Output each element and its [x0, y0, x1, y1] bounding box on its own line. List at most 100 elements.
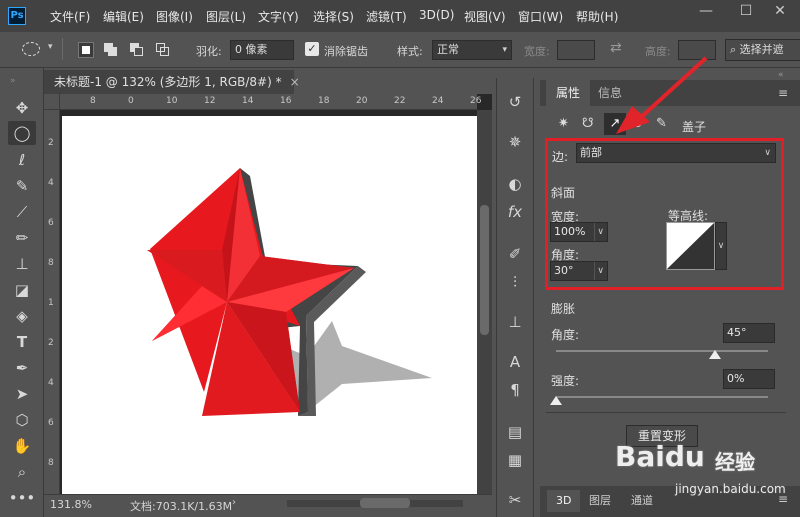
- history-icon[interactable]: ↺: [502, 90, 528, 114]
- status-menu-icon[interactable]: ›: [232, 497, 236, 508]
- chevron-down-icon[interactable]: ▾: [48, 42, 53, 52]
- arrow-head: [616, 106, 650, 134]
- ruler-tick-label: 26: [470, 96, 482, 106]
- layer-comps-icon[interactable]: ▤: [502, 420, 528, 444]
- zoom-level[interactable]: 131.8%: [50, 498, 92, 511]
- contour-curve: [667, 223, 714, 269]
- pen-tool-icon[interactable]: ✒: [8, 356, 36, 380]
- feather-label: 羽化:: [196, 45, 222, 58]
- polygon-tool-icon[interactable]: ⬡: [8, 408, 36, 432]
- document-canvas[interactable]: [62, 116, 477, 494]
- brush-settings-icon[interactable]: ✐: [502, 242, 528, 266]
- close-icon[interactable]: ✕: [760, 0, 800, 24]
- contour-preview[interactable]: [666, 222, 715, 270]
- more-tools-icon[interactable]: •••: [8, 486, 36, 510]
- intersect-selection-icon[interactable]: [156, 43, 170, 57]
- menu-item-4[interactable]: 文字(Y): [258, 8, 299, 25]
- divider: [62, 38, 63, 60]
- menu-item-1[interactable]: 编辑(E): [103, 8, 144, 25]
- menu-item-6[interactable]: 滤镜(T): [366, 8, 407, 25]
- inflate-angle-label: 角度:: [551, 328, 580, 342]
- ruler-tick-label: 16: [280, 96, 292, 106]
- document-tab[interactable]: 未标题-1 @ 132% (多边形 1, RGB/8#) * ×: [44, 70, 300, 94]
- paragraph-icon[interactable]: ¶: [502, 378, 528, 402]
- menu-item-7[interactable]: 3D(D): [419, 8, 454, 22]
- ruler-tick-label: 8: [48, 458, 54, 468]
- menu-item-3[interactable]: 图层(L): [206, 8, 246, 25]
- chevron-down-icon: ∨: [594, 262, 604, 280]
- feather-input[interactable]: 0 像素: [230, 40, 294, 60]
- ruler-tick-label: 2: [48, 138, 54, 148]
- inflate-angle-slider[interactable]: [556, 350, 768, 352]
- new-selection-icon[interactable]: [78, 42, 94, 58]
- strength-slider-thumb[interactable]: [550, 396, 562, 405]
- ruler-tick-label: 10: [166, 96, 178, 106]
- lasso-tool-icon[interactable]: ℓ: [8, 148, 36, 172]
- close-tab-icon[interactable]: ×: [290, 75, 300, 89]
- menu-item-9[interactable]: 窗口(W): [518, 8, 563, 25]
- chevron-down-icon: ∨: [594, 223, 604, 241]
- strength-slider[interactable]: [556, 396, 768, 398]
- adjustments-icon[interactable]: ◐: [502, 172, 528, 196]
- side-select[interactable]: 前部 ∨: [576, 143, 776, 163]
- watermark-cn: 经验: [715, 450, 755, 474]
- menu-item-2[interactable]: 图像(I): [156, 8, 193, 25]
- move-tool-icon[interactable]: ✥: [8, 96, 36, 120]
- antialias-label: 消除锯齿: [324, 45, 368, 58]
- menu-item-10[interactable]: 帮助(H): [576, 8, 618, 25]
- zoom-tool-icon[interactable]: ⌕: [8, 460, 36, 484]
- vertical-scroll-thumb[interactable]: [480, 205, 489, 335]
- style-select[interactable]: 正常 ▾: [432, 40, 512, 60]
- horizontal-scroll-thumb[interactable]: [360, 498, 410, 508]
- tab-3d[interactable]: 3D: [547, 490, 581, 512]
- mesh-icon[interactable]: ✷: [558, 116, 569, 131]
- paint-bucket-tool-icon[interactable]: ◈: [8, 304, 36, 328]
- deform-icon[interactable]: ☋: [582, 116, 594, 131]
- side-value: 前部: [580, 146, 602, 159]
- ruler-tick-label: 24: [432, 96, 444, 106]
- inflate-section-title: 膨胀: [551, 302, 576, 316]
- bevel-angle-input[interactable]: 30° ∨: [550, 261, 608, 281]
- inflate-angle-slider-thumb[interactable]: [709, 350, 721, 359]
- collapse-icon[interactable]: »: [10, 76, 16, 86]
- paths-icon[interactable]: ✂: [502, 488, 528, 512]
- styles-fx-icon[interactable]: fx: [502, 200, 528, 224]
- type-tool-icon[interactable]: T: [8, 330, 36, 354]
- select-and-mask-button[interactable]: ⌕ 选择并遮: [725, 39, 800, 61]
- path-selection-tool-icon[interactable]: ➤: [8, 382, 36, 406]
- menu-item-5[interactable]: 选择(S): [313, 8, 354, 25]
- panel-menu-icon[interactable]: ≡: [778, 86, 788, 100]
- menu-item-0[interactable]: 文件(F): [50, 8, 90, 25]
- contour-dropdown-icon[interactable]: ∨: [715, 222, 727, 270]
- eraser-tool-icon[interactable]: ◪: [8, 278, 36, 302]
- tab-layers[interactable]: 图层: [580, 490, 620, 512]
- quick-selection-tool-icon[interactable]: ✎: [8, 174, 36, 198]
- bevel-width-input[interactable]: 100% ∨: [550, 222, 608, 242]
- annotation-arrow: [616, 56, 708, 134]
- notes-icon[interactable]: ▦: [502, 448, 528, 472]
- strength-label: 强度:: [551, 374, 580, 388]
- collapse-panel-icon[interactable]: «: [778, 70, 784, 80]
- tool-presets-icon[interactable]: ⫶: [502, 270, 528, 294]
- eyedropper-tool-icon[interactable]: ⟋: [8, 200, 36, 224]
- hand-tool-icon[interactable]: ✋: [8, 434, 36, 458]
- ruler-tick-label: 1: [48, 298, 54, 308]
- elliptical-marquee-tool-icon[interactable]: ◯: [8, 121, 36, 145]
- arrow-shaft: [636, 56, 708, 122]
- brush-tool-icon[interactable]: ✏: [8, 226, 36, 250]
- stamp-tool-icon[interactable]: ⊥: [8, 252, 36, 276]
- character-icon[interactable]: A: [502, 350, 528, 374]
- menu-item-8[interactable]: 视图(V): [464, 8, 506, 25]
- inflate-angle-input[interactable]: 45°: [723, 323, 775, 343]
- antialias-checkbox[interactable]: ✓: [305, 42, 319, 56]
- subtract-selection-icon[interactable]: [130, 43, 144, 57]
- tab-properties[interactable]: 属性: [546, 80, 591, 106]
- style-value: 正常: [437, 43, 459, 56]
- add-selection-icon[interactable]: [104, 43, 118, 57]
- strength-input[interactable]: 0%: [723, 369, 775, 389]
- width-input[interactable]: [557, 40, 595, 60]
- minimize-icon[interactable]: —: [686, 0, 726, 24]
- 3d-icon[interactable]: ✵: [502, 130, 528, 154]
- clone-source-icon[interactable]: ⊥: [502, 310, 528, 334]
- elliptical-marquee-preset-icon[interactable]: [22, 42, 40, 56]
